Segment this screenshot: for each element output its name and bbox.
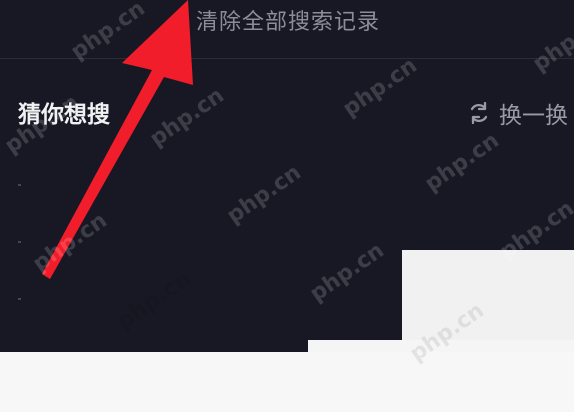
watermark: php.cn (420, 128, 504, 197)
section-title-guess-you-want: 猜你想搜 (18, 102, 110, 128)
watermark: php.cn (112, 266, 196, 335)
watermark: php.cn (28, 208, 112, 277)
watermark: php.cn (145, 83, 229, 152)
watermark: php.cn (305, 238, 389, 307)
refresh-icon (470, 101, 488, 125)
placeholder-dot (18, 298, 21, 300)
arrow-shape (42, 0, 193, 279)
watermark: php.cn (222, 160, 306, 229)
watermark: php.cn (338, 53, 422, 122)
divider (0, 58, 574, 59)
clear-search-history-button[interactable]: 清除全部搜索记录 (196, 4, 380, 36)
watermark: php.cn (528, 8, 574, 77)
placeholder-dot (18, 184, 21, 186)
refresh-suggestions-button[interactable]: 换一换 (467, 96, 568, 130)
watermark: php.cn (66, 0, 150, 65)
placeholder-dot (18, 241, 21, 243)
white-overlay-bottom (0, 352, 574, 412)
refresh-label: 换一换 (499, 103, 568, 129)
